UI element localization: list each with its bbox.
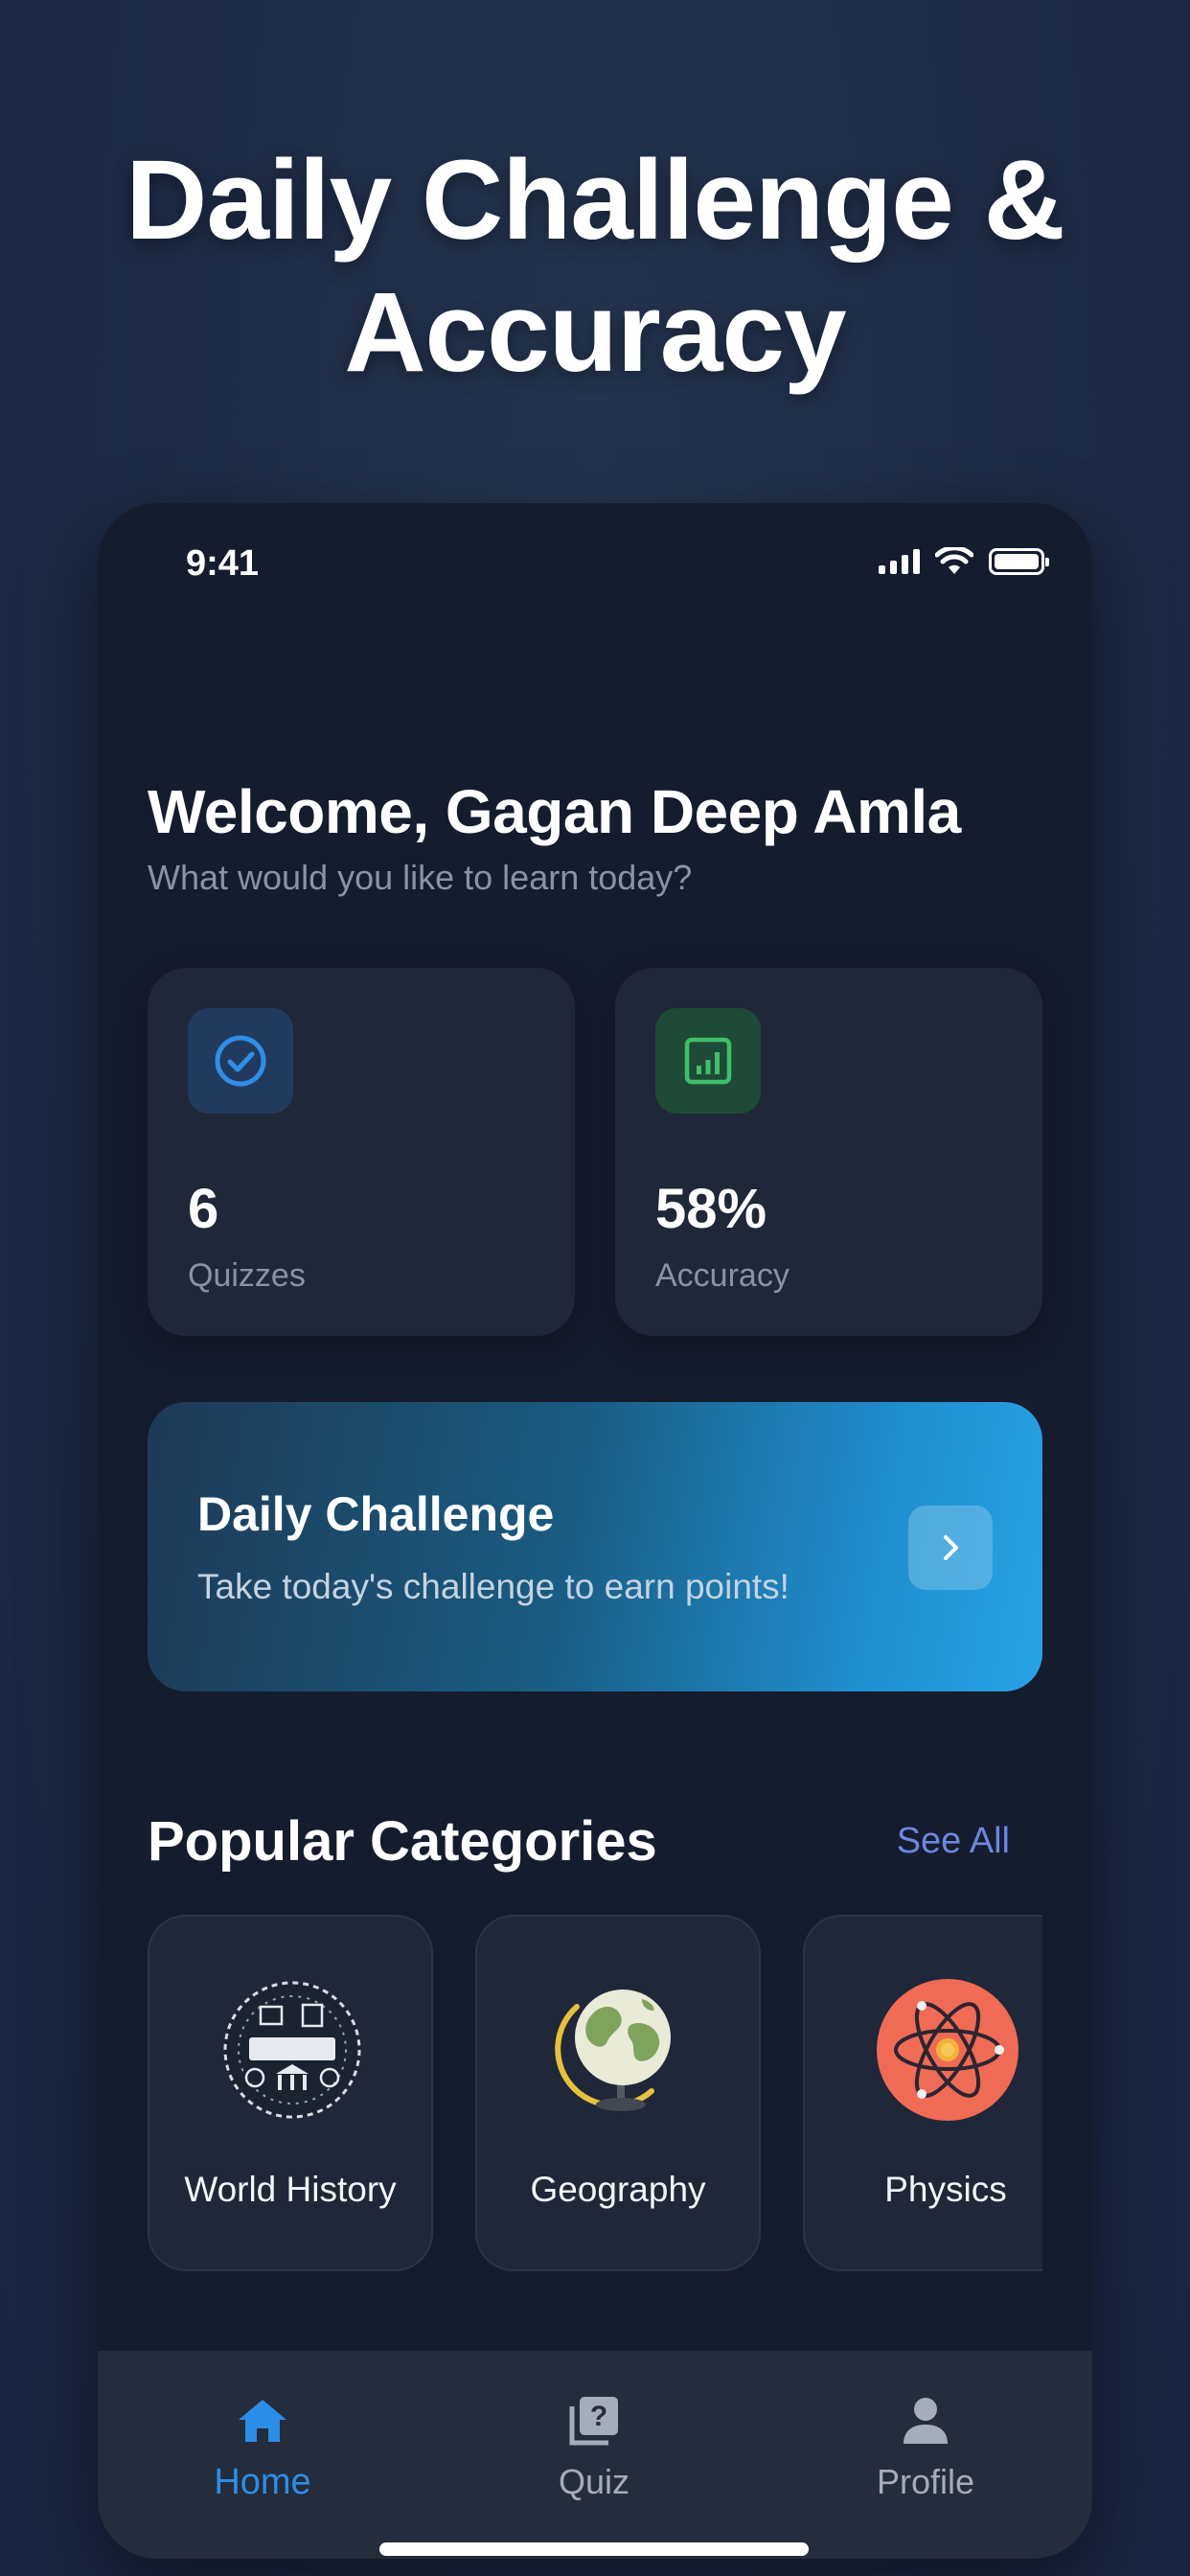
category-name: Physics [884,2170,1007,2209]
phone-screen: 9:41 Welcome, Gagan Deep Amla What would… [98,503,1092,2559]
status-time: 9:41 [186,543,260,584]
tab-label: Profile [876,2462,975,2501]
daily-challenge-description: Take today's challenge to earn points! [197,1567,790,1606]
bottom-tab-bar: Home ? Quiz Profile [98,2351,1092,2559]
svg-text:?: ? [590,2401,607,2432]
tab-label: Home [214,2462,311,2502]
history-collage-icon [220,1978,364,2122]
status-bar: 9:41 [98,503,1092,628]
category-card-world-history[interactable]: World History [148,1915,433,2271]
category-card-geography[interactable]: Geography [475,1915,761,2271]
battery-icon [989,548,1049,575]
welcome-subtitle: What would you like to learn today? [148,858,693,897]
popular-categories-title: Popular Categories [148,1810,657,1873]
tab-profile[interactable]: Profile [830,2391,1021,2502]
categories-carousel[interactable]: World History Geography Physics [148,1915,1042,2273]
accuracy-value: 58% [655,1178,767,1240]
quizzes-stat-card: 6 Quizzes [148,968,575,1336]
category-card-physics[interactable]: Physics [803,1915,1042,2271]
globe-icon [548,1978,692,2122]
tab-label: Quiz [558,2462,630,2501]
tab-home[interactable]: Home [167,2391,358,2503]
daily-challenge-button[interactable] [908,1506,993,1590]
home-icon [167,2391,358,2450]
hero-title: Daily Challenge & Accuracy [126,137,1065,396]
profile-icon [830,2391,1021,2450]
accuracy-label: Accuracy [655,1257,790,1294]
home-indicator[interactable] [379,2542,809,2556]
daily-challenge-card[interactable]: Daily Challenge Take today's challenge t… [148,1402,1042,1691]
chevron-right-icon [944,1535,958,1560]
wifi-icon [935,547,973,574]
daily-challenge-title: Daily Challenge [197,1487,555,1541]
status-icons [879,547,1049,576]
welcome-title: Welcome, Gagan Deep Amla [148,777,961,846]
quizzes-label: Quizzes [188,1257,306,1294]
category-name: World History [184,2170,397,2209]
signal-icon [879,549,920,574]
atom-icon [876,1978,1019,2122]
accuracy-stat-card: 58% Accuracy [615,968,1042,1336]
tab-quiz[interactable]: ? Quiz [498,2391,690,2502]
see-all-link[interactable]: See All [897,1821,1010,1862]
check-circle-icon [188,1008,293,1114]
quizzes-value: 6 [188,1178,219,1240]
chart-icon [655,1008,761,1114]
quiz-icon: ? [498,2391,690,2450]
category-name: Geography [530,2170,706,2209]
